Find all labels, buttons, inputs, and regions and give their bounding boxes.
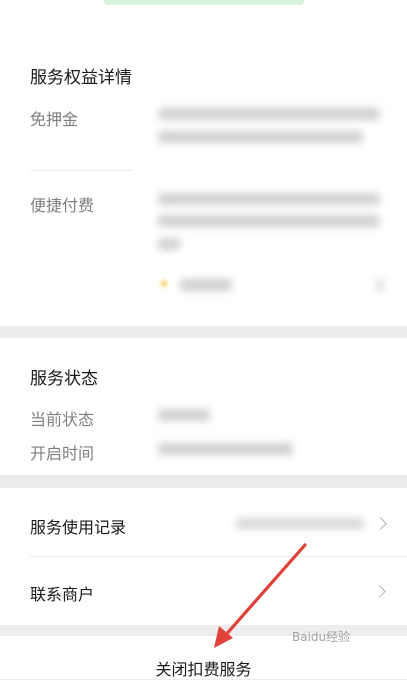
annotation-arrow-icon xyxy=(214,543,307,648)
watermark-logo: Baidu经验 xyxy=(292,630,351,644)
